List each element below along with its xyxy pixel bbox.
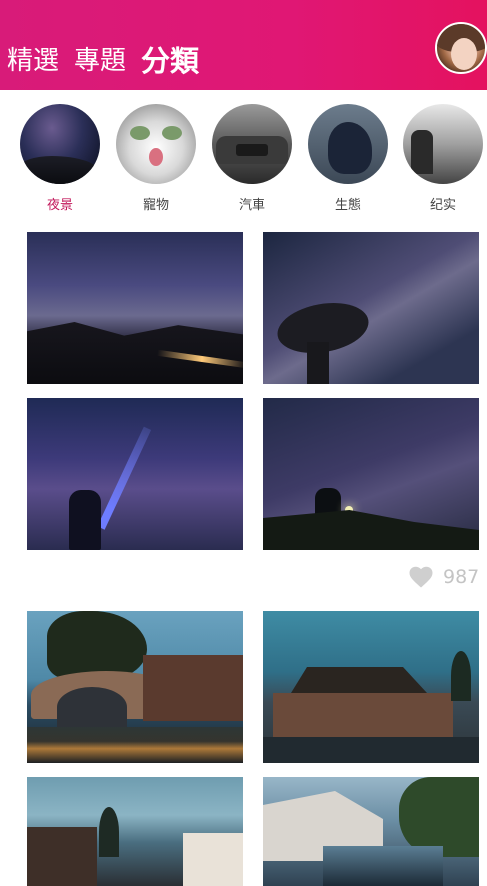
roof-shape [291, 667, 427, 693]
telescope-stand [307, 342, 329, 384]
photo-stone-bridge-town[interactable] [27, 611, 243, 763]
category-label: 汽車 [238, 198, 265, 213]
trees-shape [399, 777, 479, 857]
category-ecology[interactable]: 生態 [308, 104, 388, 213]
car-grill [236, 144, 268, 156]
heart-icon[interactable] [409, 566, 433, 588]
lantern-light [345, 506, 353, 514]
top-bar: 精選 專題 分類 [0, 0, 487, 90]
like-count: 987 [443, 566, 480, 588]
category-label: 寵物 [142, 198, 169, 213]
photo-town-dusk[interactable] [27, 777, 243, 886]
water-shape [263, 737, 479, 763]
houses-shape [143, 655, 243, 721]
person-silhouette [69, 490, 101, 550]
photo-riverside-houses[interactable] [263, 611, 479, 763]
tree-shape [451, 651, 471, 701]
photo-radio-telescope[interactable] [263, 232, 479, 384]
town-lights [27, 727, 243, 763]
avatar-face [451, 38, 477, 70]
cat-eye [130, 126, 150, 140]
category-label: 生態 [334, 198, 361, 213]
cat-nose [149, 148, 163, 166]
category-cars-thumbnail [212, 104, 292, 184]
photo-canal[interactable] [263, 777, 479, 886]
category-documentary[interactable]: 纪实 [403, 104, 483, 213]
bird-shape [328, 122, 372, 174]
category-cars[interactable]: 汽車 [212, 104, 292, 213]
house-shape [183, 833, 243, 886]
category-ecology-thumbnail [308, 104, 388, 184]
person-silhouette [315, 488, 341, 520]
person-shape [411, 130, 433, 174]
canal-water [323, 846, 443, 886]
photo-lantern-hiker[interactable] [263, 398, 479, 550]
tab-topics[interactable]: 專題 [74, 40, 126, 77]
tree-shape [99, 807, 119, 857]
tab-categories[interactable]: 分類 [141, 38, 199, 80]
category-pets[interactable]: 寵物 [116, 104, 196, 213]
light-beam [97, 426, 152, 530]
cat-eye [162, 126, 182, 140]
bridge-arch [57, 687, 127, 727]
category-documentary-thumbnail [403, 104, 483, 184]
category-night-thumbnail [20, 104, 100, 184]
house-shape [27, 827, 97, 886]
category-label: 夜景 [46, 198, 73, 213]
tab-featured[interactable]: 精選 [7, 40, 59, 77]
avatar[interactable] [435, 22, 487, 74]
photo-flashlight-beam[interactable] [27, 398, 243, 550]
category-label: 纪实 [429, 198, 456, 213]
category-night[interactable]: 夜景 [20, 104, 100, 213]
like-control[interactable]: 987 [409, 564, 479, 590]
house-shape [273, 693, 453, 737]
category-pets-thumbnail [116, 104, 196, 184]
category-strip: 夜景 寵物 汽車 生態 纪实 [0, 104, 487, 214]
photo-milky-way-hills[interactable] [27, 232, 243, 384]
